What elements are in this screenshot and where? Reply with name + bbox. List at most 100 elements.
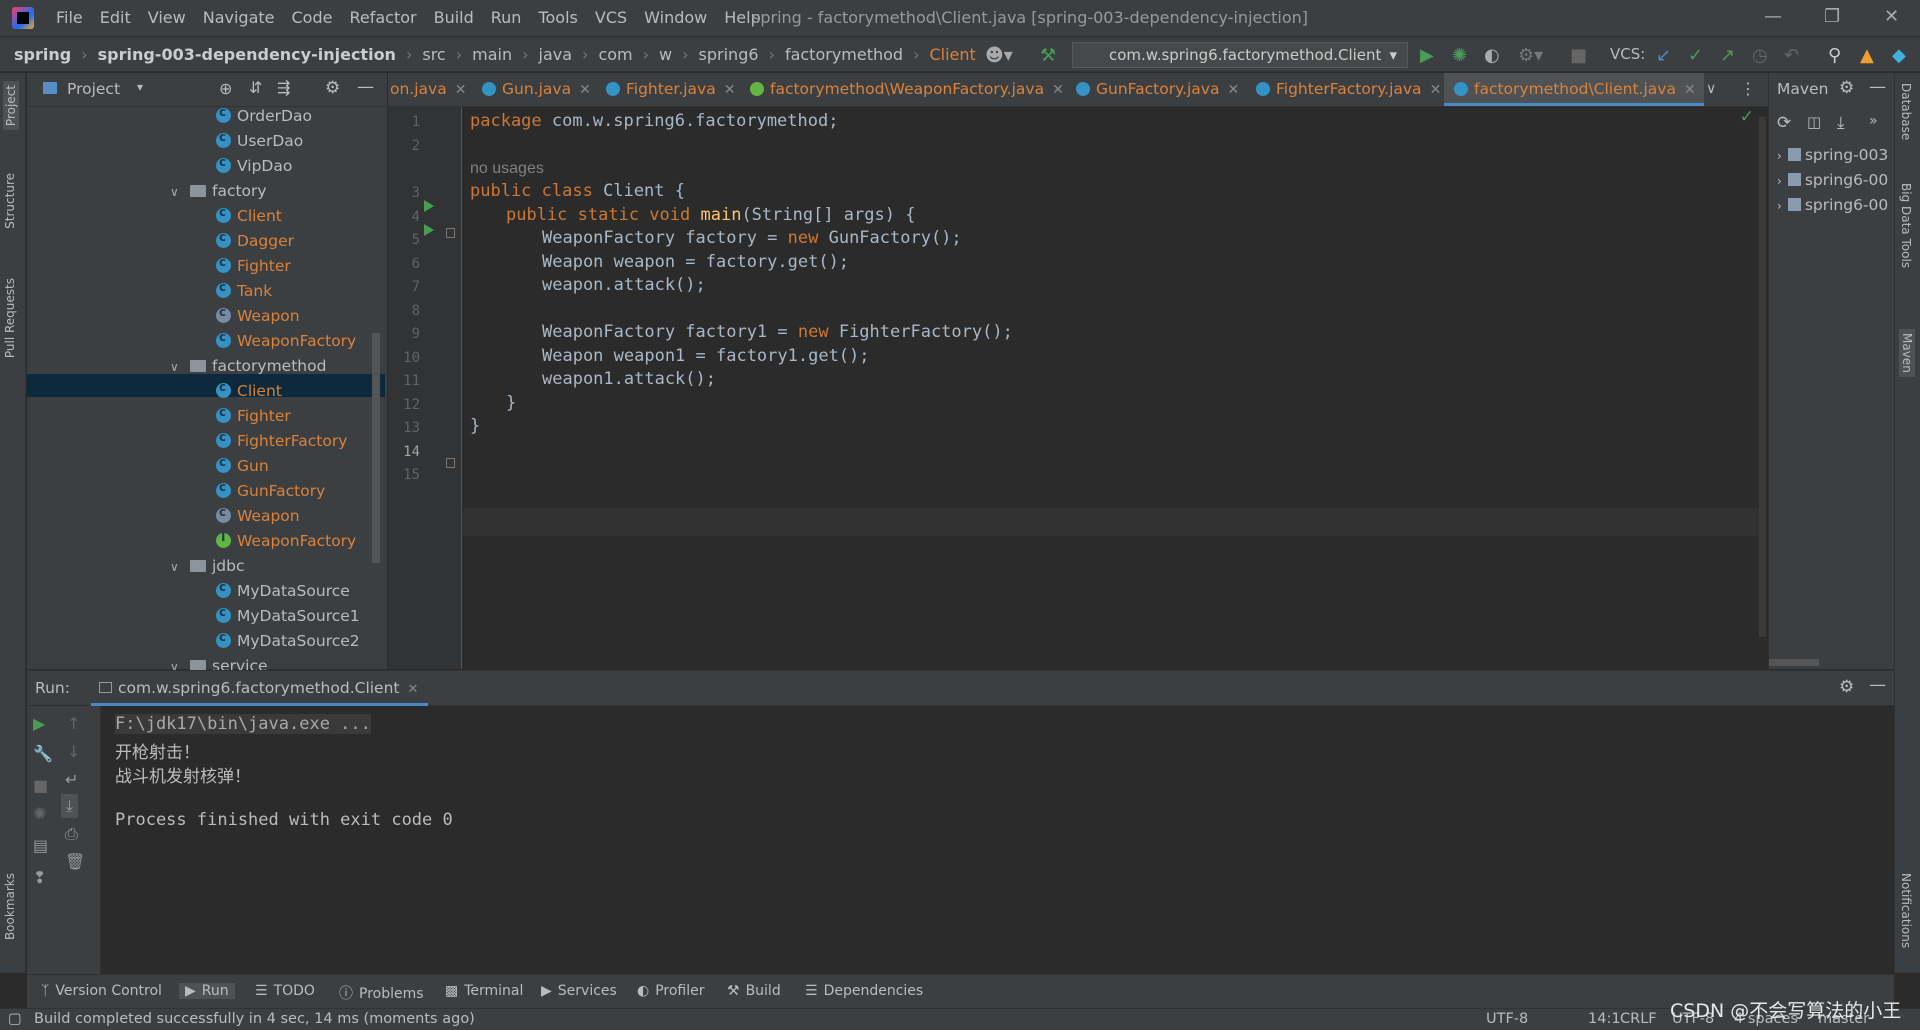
rerun-icon[interactable]: ▶ — [33, 714, 45, 733]
tree-item[interactable]: UserDao — [216, 130, 303, 157]
run-configuration-select[interactable]: com.w.spring6.factorymethod.Client ▾ — [1072, 42, 1408, 68]
profile-icon[interactable]: ⚙▾ — [1518, 45, 1543, 66]
maven-scrollbar[interactable] — [1769, 659, 1819, 666]
chevron-down-icon[interactable]: ▾ — [137, 80, 143, 94]
editor-tab[interactable]: Fighter.java ✕ — [606, 73, 735, 106]
project-scrollbar[interactable] — [372, 333, 380, 563]
tree-item[interactable]: Gun — [216, 455, 269, 482]
cursor-position[interactable]: 14:1 — [1588, 1011, 1621, 1027]
restore-icon[interactable]: ❐ — [1824, 6, 1840, 27]
gear-icon[interactable]: ⚙ — [1839, 78, 1854, 98]
close-tab-icon[interactable]: ✕ — [1684, 82, 1696, 98]
user-icon[interactable]: ☻▾ — [985, 45, 1013, 66]
run-icon[interactable]: ▶ — [1420, 45, 1434, 66]
arrow-up-icon[interactable]: ↑ — [67, 714, 80, 733]
tool-tab-services[interactable]: ▶ Services — [541, 983, 617, 999]
tool-tab-profiler[interactable]: ◐ Profiler — [637, 983, 705, 999]
tool-tab-notifications[interactable]: Notifications — [1899, 873, 1913, 948]
debug-icon[interactable]: ✺ — [33, 804, 46, 823]
no-problems-check-icon[interactable]: ✓ — [1740, 107, 1754, 127]
close-icon[interactable]: ✕ — [1884, 6, 1899, 27]
more-options-icon[interactable]: ⋮ — [1740, 79, 1756, 98]
close-tab-icon[interactable]: ✕ — [579, 82, 591, 98]
tool-tab-bookmarks[interactable]: Bookmarks — [3, 873, 17, 940]
menu-build[interactable]: Build — [434, 8, 474, 27]
maven-project-item[interactable]: › spring6-00 — [1777, 196, 1888, 214]
close-tab-icon[interactable]: ✕ — [1227, 82, 1239, 98]
tool-tab-terminal[interactable]: ▩ Terminal — [445, 983, 523, 999]
tree-item[interactable]: GunFactory — [216, 480, 325, 507]
chevron-down-icon[interactable]: ∨ — [1706, 81, 1716, 97]
breadcrumb-item[interactable]: main — [472, 45, 512, 64]
tree-item[interactable]: Client — [216, 205, 282, 232]
close-tab-icon[interactable]: ✕ — [1430, 82, 1442, 98]
tree-item[interactable]: VipDao — [216, 155, 292, 182]
scroll-to-end-icon[interactable]: ⤓ — [61, 794, 79, 818]
close-tab-icon[interactable]: ✕ — [1052, 82, 1064, 98]
tool-tab-version-control[interactable]: ᛉ Version Control — [41, 983, 162, 999]
menu-navigate[interactable]: Navigate — [203, 8, 275, 27]
tool-tab-database[interactable]: Database — [1899, 83, 1913, 140]
breadcrumb-item[interactable]: com — [598, 45, 632, 64]
line-separator[interactable]: CRLF — [1620, 1011, 1657, 1027]
minimize-icon[interactable]: — — [1764, 6, 1782, 27]
project-panel-title[interactable]: Project — [67, 80, 120, 98]
editor-tab[interactable]: FighterFactory.java ✕ — [1256, 73, 1441, 106]
menu-tools[interactable]: Tools — [538, 8, 577, 27]
maven-project-item[interactable]: › spring6-00 — [1777, 171, 1888, 189]
fold-icon[interactable] — [446, 228, 455, 238]
breadcrumb-item[interactable]: src — [422, 45, 445, 64]
editor-tab[interactable]: Gun.java ✕ — [482, 73, 591, 106]
vcs-update-icon[interactable]: ↙ — [1656, 45, 1671, 66]
usage-hint[interactable]: no usages — [470, 160, 544, 178]
file-encoding[interactable]: UTF-8 — [1486, 1011, 1528, 1027]
search-icon[interactable]: ⚲ — [1828, 45, 1841, 66]
close-tab-icon[interactable]: ✕ — [408, 682, 419, 697]
coverage-icon[interactable]: ◐ — [1484, 45, 1500, 66]
tree-item[interactable]: MyDataSource1 — [216, 605, 360, 632]
tree-item[interactable]: MyDataSource2 — [216, 630, 360, 657]
tool-tab-maven[interactable]: Maven — [1899, 329, 1915, 377]
tool-tab-structure[interactable]: Structure — [3, 173, 17, 229]
tree-item[interactable]: FighterFactory — [216, 430, 347, 457]
tree-item[interactable]: OrderDao — [216, 105, 312, 132]
tree-item[interactable]: MyDataSource — [216, 580, 350, 607]
editor-scrollbar[interactable] — [1759, 117, 1766, 637]
tree-item[interactable]: WeaponFactory — [216, 530, 356, 557]
tree-item-selected[interactable]: Client — [216, 380, 282, 407]
status-panel-icon[interactable]: ▢ — [8, 1011, 22, 1027]
rollback-icon[interactable]: ↶ — [1784, 45, 1799, 66]
breadcrumb-item[interactable]: w — [659, 45, 672, 64]
breadcrumb-item[interactable]: spring-003-dependency-injection — [98, 45, 396, 64]
gear-icon[interactable]: ⚙ — [325, 78, 340, 98]
tool-tab-build[interactable]: ⚒ Build — [727, 983, 781, 999]
wrench-icon[interactable]: 🔧 — [33, 744, 53, 763]
status-message[interactable]: Build completed successfully in 4 sec, 1… — [34, 1011, 475, 1027]
chevron-down-icon[interactable]: ∨ — [170, 185, 184, 199]
editor-tab[interactable]: GunFactory.java ✕ — [1076, 73, 1239, 106]
editor-tab-active[interactable]: factorymethod\Client.java ✕ — [1444, 73, 1704, 106]
tree-item[interactable]: Dagger — [216, 230, 294, 257]
run-gutter-icon[interactable] — [424, 224, 434, 236]
chevron-down-icon[interactable]: ∨ — [170, 360, 184, 374]
tool-tab-big-data-tools[interactable]: Big Data Tools — [1899, 183, 1913, 268]
menu-view[interactable]: View — [148, 8, 186, 27]
fold-icon[interactable] — [446, 458, 455, 468]
locate-icon[interactable]: ⊕ — [219, 79, 232, 98]
stop-icon[interactable]: ■ — [33, 776, 48, 795]
expand-all-icon[interactable]: ⇵ — [249, 78, 262, 97]
tool-tab-pull-requests[interactable]: Pull Requests — [3, 278, 17, 358]
tool-tab-dependencies[interactable]: ☰ Dependencies — [805, 983, 923, 999]
history-icon[interactable]: ◷ — [1752, 45, 1768, 66]
hide-panel-icon[interactable]: — — [1869, 77, 1886, 97]
hide-panel-icon[interactable]: — — [1869, 675, 1886, 695]
run-gutter-icon[interactable] — [424, 200, 434, 212]
soft-wrap-icon[interactable]: ↵ — [65, 770, 78, 789]
maven-project-item[interactable]: › spring-003 — [1777, 146, 1888, 164]
plugin-icon[interactable]: ◆ — [1892, 45, 1906, 66]
breadcrumb-item-current[interactable]: Client — [929, 45, 975, 64]
menu-refactor[interactable]: Refactor — [349, 8, 416, 27]
vcs-push-icon[interactable]: ↗ — [1720, 45, 1735, 66]
breadcrumb-item[interactable]: spring — [14, 45, 71, 64]
vcs-commit-icon[interactable]: ✓ — [1688, 45, 1703, 66]
